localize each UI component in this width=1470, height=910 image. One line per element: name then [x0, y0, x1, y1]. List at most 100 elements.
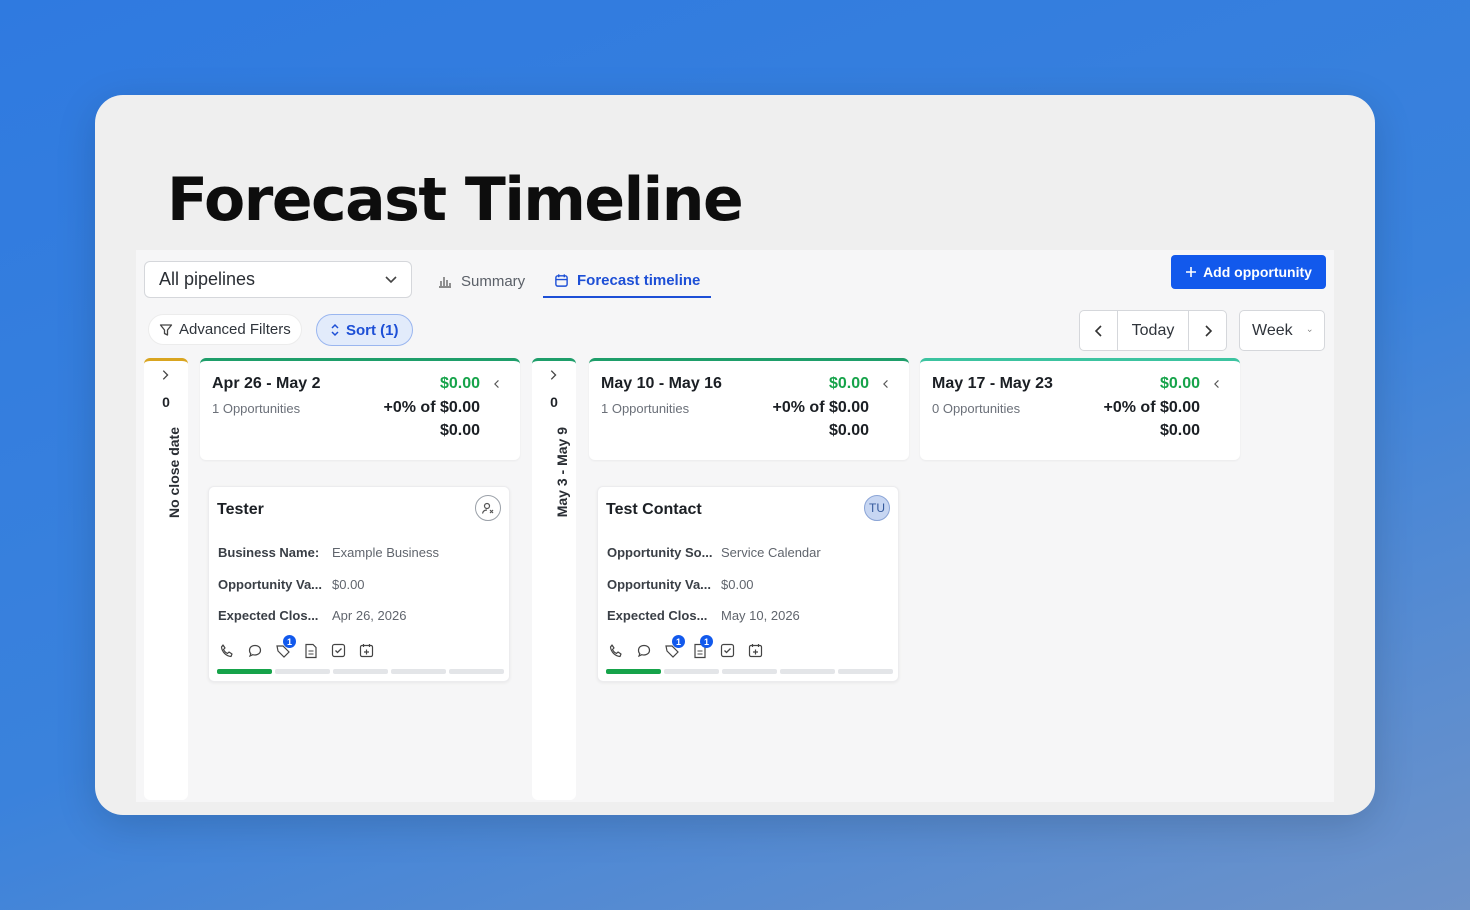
week-header-may17: May 17 - May 23 0 Opportunities $0.00 +0…	[920, 358, 1240, 460]
phone-icon[interactable]	[606, 641, 625, 660]
field-value: Example Business	[332, 545, 439, 560]
card-contact-name: Tester	[217, 501, 264, 518]
document-icon[interactable]: 1	[690, 635, 713, 660]
column-label: No close date	[166, 427, 182, 519]
forecast-app: All pipelines Summary Forecast timeline …	[136, 250, 1334, 802]
chevron-down-icon	[1307, 329, 1312, 332]
note-badge: 1	[700, 635, 713, 648]
week-percent: +0% of $0.00	[772, 399, 870, 416]
period-select-value: Week	[1252, 321, 1293, 339]
field-key: Expected Clos...	[607, 608, 708, 623]
sort-icon	[331, 323, 339, 337]
chevron-right-icon	[162, 370, 169, 380]
period-select[interactable]: Week	[1239, 310, 1325, 351]
tab-forecast-timeline[interactable]: Forecast timeline	[543, 264, 712, 298]
week-amount: $0.00	[1159, 375, 1200, 392]
tab-summary[interactable]: Summary	[426, 264, 536, 298]
column-label: May 3 - May 9	[554, 427, 570, 518]
advanced-filters-label: Advanced Filters	[179, 321, 291, 338]
field-key: Business Name:	[218, 545, 320, 560]
document-icon[interactable]	[301, 641, 320, 660]
chat-icon[interactable]	[634, 641, 653, 660]
opportunity-card-tester[interactable]: Tester Business Name: Example Business O…	[208, 486, 510, 682]
week-range: Apr 26 - May 2	[212, 375, 321, 392]
column-may3-may9[interactable]: 0 May 3 - May 9	[532, 358, 576, 800]
week-range: May 10 - May 16	[601, 375, 722, 392]
card-actions: 1	[217, 635, 376, 660]
week-percent: +0% of $0.00	[1103, 399, 1201, 416]
card-contact-name: Test Contact	[606, 501, 702, 518]
field-value: $0.00	[721, 577, 754, 592]
add-opportunity-button[interactable]: Add opportunity	[1171, 255, 1326, 289]
advanced-filters-button[interactable]: Advanced Filters	[148, 314, 302, 345]
stage-progress	[606, 669, 893, 674]
task-checkbox-icon[interactable]	[718, 641, 737, 660]
chevron-right-icon	[1204, 324, 1212, 337]
collapse-chevron-icon[interactable]	[1212, 379, 1222, 389]
tab-forecast-label: Forecast timeline	[577, 271, 701, 289]
week-range: May 17 - May 23	[932, 375, 1053, 392]
chat-icon[interactable]	[245, 641, 264, 660]
week-amount: $0.00	[439, 375, 480, 392]
collapse-chevron-icon[interactable]	[881, 379, 891, 389]
tag-icon[interactable]: 1	[662, 635, 685, 660]
opportunity-card-test-contact[interactable]: Test Contact TU Opportunity So... Servic…	[597, 486, 899, 682]
progress-segment	[275, 669, 330, 674]
calendar-add-icon[interactable]	[746, 641, 765, 660]
tag-badge: 1	[672, 635, 685, 648]
chevron-left-icon	[1094, 324, 1102, 337]
progress-segment	[217, 669, 272, 674]
tag-icon[interactable]: 1	[273, 635, 296, 660]
week-opportunity-count: 1 Opportunities	[212, 401, 301, 416]
column-no-close-date[interactable]: 0 No close date	[144, 358, 188, 800]
avatar[interactable]: TU	[864, 495, 890, 521]
chevron-down-icon	[385, 276, 397, 284]
field-value: Service Calendar	[721, 545, 821, 560]
stage-progress	[217, 669, 504, 674]
week-opportunity-count: 0 Opportunities	[932, 401, 1021, 416]
week-opportunity-count: 1 Opportunities	[601, 401, 690, 416]
date-navigation: Today	[1079, 310, 1227, 351]
progress-segment	[664, 669, 719, 674]
sort-label: Sort (1)	[346, 321, 399, 339]
pipeline-select-value: All pipelines	[159, 269, 256, 289]
week-total: $0.00	[1159, 422, 1200, 439]
add-opportunity-label: Add opportunity	[1203, 264, 1312, 280]
next-period-button[interactable]	[1189, 311, 1226, 350]
filter-icon	[159, 323, 173, 336]
progress-segment	[449, 669, 504, 674]
collapse-chevron-icon[interactable]	[492, 379, 502, 389]
week-header-apr26: Apr 26 - May 2 1 Opportunities $0.00 +0%…	[200, 358, 520, 460]
field-key: Opportunity So...	[607, 545, 713, 560]
tag-badge: 1	[283, 635, 296, 648]
progress-segment	[391, 669, 446, 674]
phone-icon[interactable]	[217, 641, 236, 660]
pipeline-select[interactable]: All pipelines	[144, 261, 412, 298]
plus-icon	[1186, 267, 1197, 277]
week-total: $0.00	[828, 422, 869, 439]
field-key: Opportunity Va...	[607, 577, 712, 592]
progress-segment	[780, 669, 835, 674]
chevron-right-icon	[550, 370, 557, 380]
week-percent: +0% of $0.00	[383, 399, 481, 416]
progress-segment	[722, 669, 777, 674]
sort-button[interactable]: Sort (1)	[316, 314, 413, 346]
progress-segment	[333, 669, 388, 674]
progress-segment	[606, 669, 661, 674]
field-value: Apr 26, 2026	[332, 608, 407, 623]
week-header-may10: May 10 - May 16 1 Opportunities $0.00 +0…	[589, 358, 909, 460]
card-actions: 1 1	[606, 635, 765, 660]
field-value: $0.00	[332, 577, 365, 592]
calendar-add-icon[interactable]	[357, 641, 376, 660]
today-button[interactable]: Today	[1117, 311, 1189, 350]
field-value: May 10, 2026	[721, 608, 800, 623]
tab-summary-label: Summary	[461, 272, 526, 290]
field-key: Expected Clos...	[218, 608, 319, 623]
week-total: $0.00	[439, 422, 480, 439]
previous-period-button[interactable]	[1080, 311, 1117, 350]
bar-chart-icon	[439, 277, 451, 288]
assign-user-icon[interactable]	[475, 495, 501, 521]
week-amount: $0.00	[828, 375, 869, 392]
showcase-card: Forecast Timeline All pipelines Summary …	[95, 95, 1375, 815]
task-checkbox-icon[interactable]	[329, 641, 348, 660]
